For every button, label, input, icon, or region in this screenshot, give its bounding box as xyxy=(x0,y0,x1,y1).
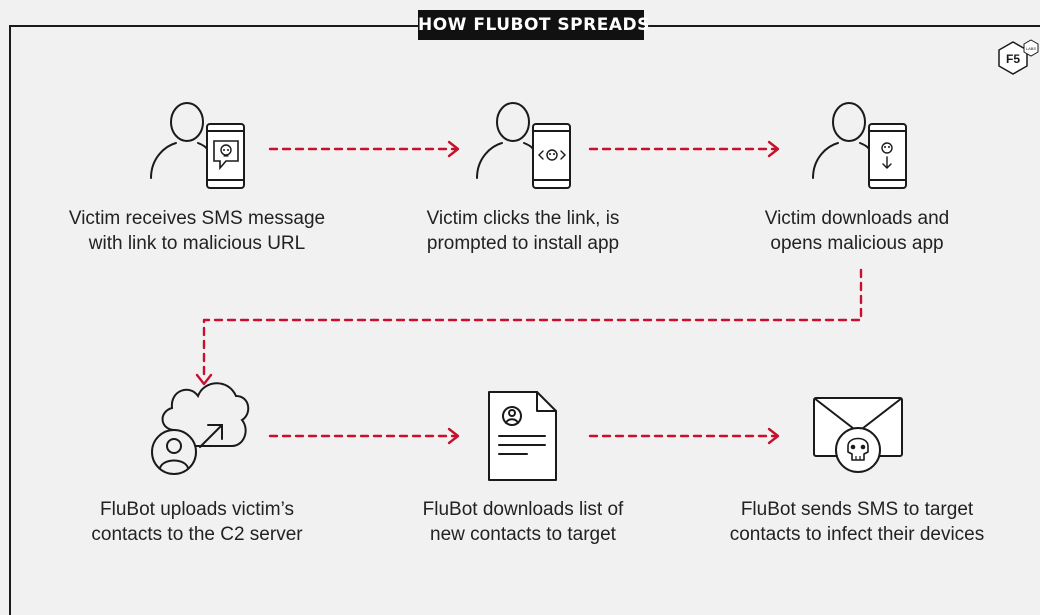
step-2-line1: Victim clicks the link, is xyxy=(426,208,620,229)
victim-phone-download-skull-icon xyxy=(812,102,907,189)
arrow-step5-to-step6 xyxy=(588,427,780,445)
step-5-line1: FluBot downloads list of xyxy=(422,499,624,520)
step-2-caption: Victim clicks the link, is prompted to i… xyxy=(363,206,683,256)
step-2-line2: prompted to install app xyxy=(426,233,620,254)
f5-logo: F5 LABS xyxy=(998,39,1039,75)
arrow-step3-to-step4 xyxy=(195,268,863,386)
step-1-line1: Victim receives SMS message xyxy=(68,208,326,229)
step-5-caption: FluBot downloads list of new contacts to… xyxy=(363,497,683,547)
skull-envelope-icon xyxy=(813,397,903,473)
step-1-line2: with link to malicious URL xyxy=(88,233,306,254)
step-1-caption: Victim receives SMS message with link to… xyxy=(37,206,357,256)
diagram-panel: F5 LABS HOW FLUBOT SPREADS Victim receiv… xyxy=(0,0,1040,615)
logo-sub: LABS xyxy=(1026,46,1037,51)
step-3-line1: Victim downloads and xyxy=(764,208,950,229)
step-6-line1: FluBot sends SMS to target xyxy=(740,499,974,520)
step-3-caption: Victim downloads and opens malicious app xyxy=(697,206,1017,256)
step-4-line2: contacts to the C2 server xyxy=(91,524,303,545)
step-3-line2: opens malicious app xyxy=(770,233,944,254)
contact-document-icon xyxy=(488,391,557,481)
step-6-caption: FluBot sends SMS to target contacts to i… xyxy=(697,497,1017,547)
step-4-line1: FluBot uploads victim’s xyxy=(100,499,294,520)
arrow-step2-to-step3 xyxy=(588,140,780,158)
victim-phone-code-skull-icon xyxy=(476,102,571,189)
diagram-title: HOW FLUBOT SPREADS xyxy=(418,10,649,40)
step-6-line2: contacts to infect their devices xyxy=(729,524,985,545)
logo-brand: F5 xyxy=(1006,52,1020,66)
cloud-upload-user-icon xyxy=(151,382,250,475)
arrow-step4-to-step5 xyxy=(268,427,460,445)
victim-phone-sms-skull-icon xyxy=(150,102,245,189)
step-4-caption: FluBot uploads victim’s contacts to the … xyxy=(37,497,357,547)
arrow-step1-to-step2 xyxy=(268,140,460,158)
step-5-line2: new contacts to target xyxy=(430,524,616,545)
